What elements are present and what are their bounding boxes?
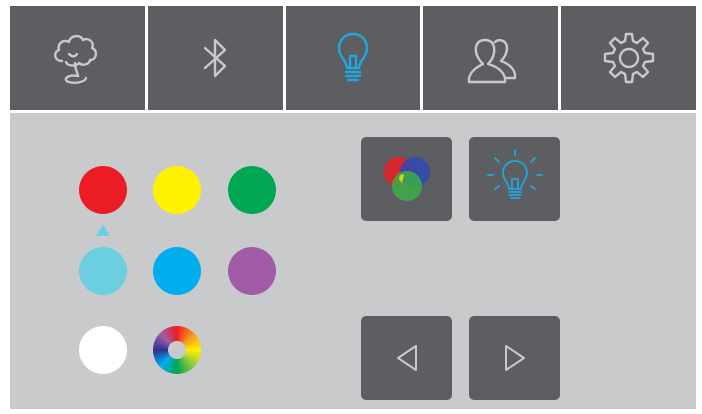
previous-button[interactable] [361, 316, 452, 400]
swatch-light-cyan[interactable] [79, 247, 127, 295]
selected-swatch-indicator [96, 224, 110, 236]
gear-icon [603, 32, 654, 84]
light-bulb-icon [337, 32, 369, 82]
swatch-purple[interactable] [228, 247, 276, 295]
swatch-white[interactable] [79, 326, 127, 374]
swatch-red[interactable] [79, 166, 127, 214]
next-button[interactable] [469, 316, 560, 400]
swatch-blue[interactable] [153, 247, 201, 295]
tab-settings[interactable] [561, 6, 696, 110]
tab-weather[interactable] [10, 6, 145, 110]
control-panel [10, 113, 696, 409]
tab-lights[interactable] [285, 6, 421, 110]
bright-bulb-icon [486, 149, 543, 199]
lighting-control-screen [0, 0, 702, 414]
rgb-mix-icon [383, 157, 430, 201]
swatch-spectrum[interactable] [153, 326, 201, 374]
bluetooth-icon [203, 38, 227, 78]
triangle-left-icon [396, 345, 417, 371]
tab-users[interactable] [423, 6, 559, 110]
triangle-right-icon [504, 345, 525, 371]
users-icon [467, 38, 516, 84]
rgb-mode-button[interactable] [361, 137, 452, 221]
swatch-green[interactable] [228, 166, 276, 214]
swatch-yellow[interactable] [153, 166, 201, 214]
tree-cloud-icon [54, 34, 98, 84]
bright-light-button[interactable] [469, 137, 560, 221]
tab-bluetooth[interactable] [147, 6, 283, 110]
tab-bar [10, 6, 696, 110]
